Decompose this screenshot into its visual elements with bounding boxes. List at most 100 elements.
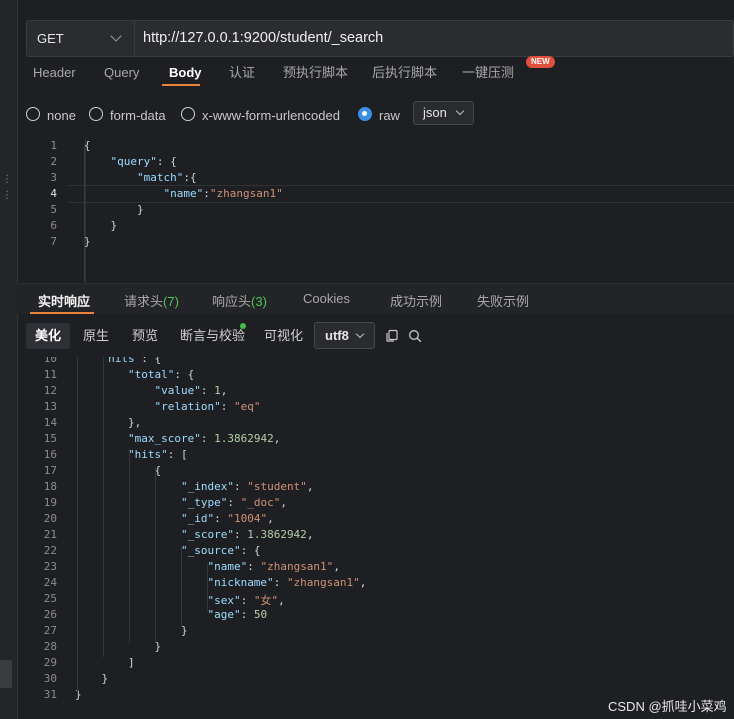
tab-failure-example[interactable]: 失败示例	[477, 291, 529, 309]
watermark: CSDN @抓哇小菜鸡	[608, 699, 727, 714]
radio-raw[interactable]	[358, 107, 372, 121]
response-code-line: "_score": 1.3862942,	[180, 528, 314, 541]
tab-count: (3)	[251, 294, 267, 309]
response-line-number: 28	[43, 640, 57, 653]
response-line-number: 31	[43, 688, 57, 701]
request-line-number: 6	[50, 219, 57, 232]
response-line-number: 20	[43, 512, 57, 525]
tab-success-example[interactable]: 成功示例	[390, 291, 442, 309]
response-line-number: 16	[43, 448, 57, 461]
tab-header[interactable]: Header	[33, 64, 76, 86]
request-line-number: 4	[50, 187, 57, 200]
response-code-line: "hits": [	[127, 448, 188, 461]
request-line-number: 2	[50, 155, 57, 168]
response-line-number: 12	[43, 384, 57, 397]
active-tab-indicator	[30, 312, 94, 314]
response-code-line: "_index": "student",	[180, 480, 314, 493]
method-label: GET	[37, 31, 64, 46]
response-line-number: 23	[43, 560, 57, 573]
indent-guide	[181, 547, 182, 627]
request-code-line: }	[110, 219, 118, 232]
tab-label: 请求头	[124, 294, 164, 309]
tab-stress-test[interactable]: 一键压测	[462, 64, 514, 86]
response-line-number: 15	[43, 432, 57, 445]
request-code-line: }	[136, 203, 144, 216]
response-code-line: "hits": {	[101, 357, 162, 365]
response-line-number: 24	[43, 576, 57, 589]
tab-live-response[interactable]: 实时响应	[38, 291, 90, 309]
request-line-number: 1	[50, 139, 57, 152]
radio-form-data[interactable]	[89, 107, 103, 121]
view-preview-button[interactable]: 预览	[123, 323, 167, 349]
radio-label-raw: raw	[379, 108, 400, 123]
response-code-line: "total": {	[127, 368, 195, 381]
response-code-line: }	[101, 672, 109, 685]
response-line-number: 10	[43, 357, 57, 365]
left-panel-edge: ⋮ ⋮	[0, 0, 18, 719]
response-line-number: 19	[43, 496, 57, 509]
response-code-line: "nickname": "zhangsan1",	[207, 576, 367, 589]
response-code-line: }	[75, 688, 82, 701]
encoding-select[interactable]: utf8	[314, 322, 375, 349]
tab-pre-script[interactable]: 预执行脚本	[283, 64, 348, 86]
chevron-down-icon	[355, 329, 365, 339]
status-dot	[240, 323, 246, 329]
tab-auth[interactable]: 认证	[229, 64, 255, 86]
format-select-label: json	[423, 105, 447, 120]
view-visualize-button[interactable]: 可视化	[255, 323, 312, 349]
response-code-line: ]	[127, 656, 135, 669]
url-input[interactable]	[143, 21, 723, 56]
indent-guide	[103, 357, 104, 657]
search-icon[interactable]	[408, 329, 422, 343]
response-line-number: 22	[43, 544, 57, 557]
tab-body[interactable]: Body	[169, 64, 202, 86]
request-line-number: 7	[50, 235, 57, 248]
response-body-viewer[interactable]: 10 "hits": {11 "total": {12 "value": 1, 1…	[17, 357, 734, 719]
radio-urlencoded[interactable]	[181, 107, 195, 121]
request-body-editor[interactable]: 1{2 "query": {3 "match":{4 "name":"zhang…	[17, 137, 734, 284]
view-raw-button[interactable]: 原生	[74, 323, 118, 349]
response-code-line: }	[180, 624, 188, 637]
radio-label-form-data: form-data	[110, 108, 166, 123]
response-line-number: 11	[43, 368, 57, 381]
chevron-down-icon	[455, 106, 465, 116]
request-code-line: "match":{	[136, 171, 197, 184]
tab-query[interactable]: Query	[104, 64, 139, 86]
tab-request-headers[interactable]: 请求头(7)	[124, 291, 179, 309]
tab-post-script[interactable]: 后执行脚本	[372, 64, 437, 86]
copy-icon[interactable]	[385, 329, 399, 343]
indent-guide	[207, 563, 208, 611]
radio-label-none: none	[47, 108, 76, 123]
response-code-line: "_id": "1004",	[180, 512, 274, 525]
response-line-number: 29	[43, 656, 57, 669]
new-badge: NEW	[526, 56, 555, 68]
request-line-number: 5	[50, 203, 57, 216]
response-code-line: },	[127, 416, 142, 429]
response-line-number: 30	[43, 672, 57, 685]
indent-guide	[77, 357, 78, 697]
response-line-number: 25	[43, 592, 57, 605]
resize-handle-icon[interactable]: ⋮	[2, 174, 12, 185]
response-code-line: }	[154, 640, 162, 653]
radio-label-urlencoded: x-www-form-urlencoded	[202, 108, 340, 123]
view-pretty-button[interactable]: 美化	[26, 323, 71, 349]
editor-divider	[84, 144, 85, 282]
request-line-number: 3	[50, 171, 57, 184]
tab-cookies[interactable]: Cookies	[303, 291, 350, 309]
tab-response-headers[interactable]: 响应头(3)	[212, 291, 267, 309]
response-code-line: "_type": "_doc",	[180, 496, 287, 509]
current-line-highlight	[68, 185, 734, 203]
active-tab-indicator	[162, 84, 200, 86]
indent-guide	[155, 467, 156, 643]
format-select[interactable]: json	[413, 101, 474, 125]
response-code-line: {	[154, 464, 162, 477]
sidebar-selected-marker	[0, 660, 12, 688]
radio-none[interactable]	[26, 107, 40, 121]
collapse-handle-icon[interactable]: ⋮	[2, 190, 12, 201]
response-line-number: 18	[43, 480, 57, 493]
method-select[interactable]: GET	[27, 21, 135, 56]
response-line-number: 14	[43, 416, 57, 429]
response-line-number: 21	[43, 528, 57, 541]
response-code-line: "max_score": 1.3862942,	[127, 432, 281, 445]
tab-label: 响应头	[212, 294, 252, 309]
